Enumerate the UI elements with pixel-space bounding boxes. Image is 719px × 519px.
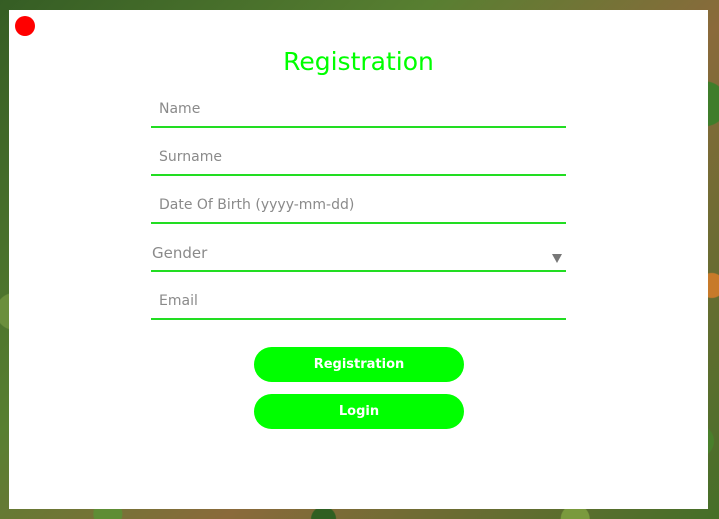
date-of-birth-input[interactable] <box>151 188 566 222</box>
registration-window: Registration Gender Registration Login <box>9 10 708 509</box>
gender-select[interactable]: Gender <box>151 236 566 272</box>
close-dot-icon[interactable] <box>15 16 35 36</box>
surname-input[interactable] <box>151 140 566 174</box>
email-field-container <box>151 284 566 320</box>
email-input[interactable] <box>151 284 566 318</box>
registration-button[interactable]: Registration <box>254 347 464 382</box>
dob-field-container <box>151 188 566 224</box>
chevron-down-icon <box>552 254 562 263</box>
surname-field-container <box>151 140 566 176</box>
name-input[interactable] <box>151 92 566 126</box>
login-button[interactable]: Login <box>254 394 464 429</box>
gender-select-value: Gender <box>152 244 208 262</box>
page-title: Registration <box>283 47 434 76</box>
name-field-container <box>151 92 566 128</box>
